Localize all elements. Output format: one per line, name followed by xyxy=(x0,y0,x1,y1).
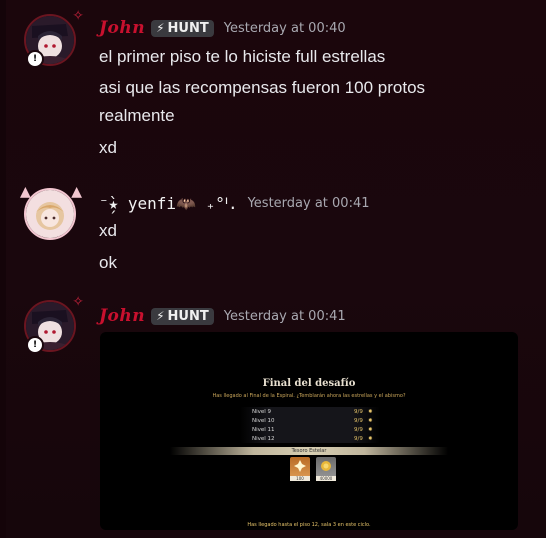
attachment-footer: Has llegado hasta el piso 12, sala 3 en … xyxy=(247,522,371,528)
primogem-icon xyxy=(294,460,306,472)
level-score: 9/9 xyxy=(354,435,363,442)
table-row: Nivel 11 9/9 ✸ xyxy=(240,425,380,434)
level-label: Nivel 9 xyxy=(252,408,272,415)
tag-label: HUNT xyxy=(167,308,209,324)
avatar[interactable]: ▲ ▲ xyxy=(20,184,82,244)
timestamp[interactable]: Yesterday at 00:41 xyxy=(248,196,370,211)
message-line: realmente xyxy=(99,106,175,125)
star-icon: ✸ xyxy=(368,417,373,424)
lightning-bolt-icon: ⚡ xyxy=(156,309,165,323)
author-name[interactable]: John xyxy=(99,18,145,38)
reward-item: 100 xyxy=(290,457,310,481)
reward-count: 100 xyxy=(290,476,310,481)
level-label: Nivel 11 xyxy=(252,426,275,433)
reward-count: 40000 xyxy=(316,476,336,481)
message-line: xd xyxy=(99,221,117,240)
left-edge xyxy=(0,0,6,538)
status-badge: ! xyxy=(26,336,44,354)
sparkle-icon: ✧ xyxy=(72,8,84,24)
message-line: xd xyxy=(99,138,117,157)
table-row: Nivel 12 9/9 ✸ xyxy=(240,434,380,443)
message-header: John ⚡ HUNT Yesterday at 00:40 xyxy=(99,16,346,40)
lightning-bolt-icon: ⚡ xyxy=(156,21,165,35)
attachment-title: Final del desafío xyxy=(262,378,356,389)
message-line: el primer piso te lo hiciste full estrel… xyxy=(99,47,386,66)
level-label: Nivel 10 xyxy=(252,417,275,424)
avatar-image xyxy=(24,188,76,240)
message-header: ⁻̗̀★ yenfi🦇 ₊°ᑊ. Yesterday at 00:41 xyxy=(99,191,370,215)
level-table: Nivel 9 9/9 ✸ Nivel 10 9/9 ✸ Nivel 11 9/… xyxy=(240,407,380,443)
sparkle-icon: ✧ xyxy=(72,294,84,310)
image-attachment[interactable]: Final del desafío Has llegado al Final d… xyxy=(100,332,518,530)
timestamp[interactable]: Yesterday at 00:41 xyxy=(224,309,346,324)
cat-ear-icon: ▲ xyxy=(20,184,31,200)
author-name[interactable]: John xyxy=(99,306,145,326)
table-row: Nivel 9 9/9 ✸ xyxy=(240,407,380,416)
tag-label: HUNT xyxy=(167,20,209,36)
server-tag[interactable]: ⚡ HUNT xyxy=(151,19,214,37)
cat-ear-icon: ▲ xyxy=(71,184,82,200)
avatar[interactable]: ✧ ! xyxy=(24,294,84,356)
level-score: 9/9 xyxy=(354,408,363,415)
level-score: 9/9 xyxy=(354,426,363,433)
chat-area: ✧ ! John ⚡ HUNT Yesterday at 00:40 el pr… xyxy=(0,0,546,538)
reward-banner: Tesoro Estelar xyxy=(170,447,448,455)
message-line: asi que las recompensas fueron 100 proto… xyxy=(99,78,426,97)
star-icon: ✸ xyxy=(368,426,373,433)
star-icon: ✸ xyxy=(368,435,373,442)
star-icon: ✸ xyxy=(368,408,373,415)
table-row: Nivel 10 9/9 ✸ xyxy=(240,416,380,425)
server-tag[interactable]: ⚡ HUNT xyxy=(151,307,214,325)
timestamp[interactable]: Yesterday at 00:40 xyxy=(224,21,346,36)
level-score: 9/9 xyxy=(354,417,363,424)
scrollbar[interactable] xyxy=(542,0,546,538)
message-header: John ⚡ HUNT Yesterday at 00:41 xyxy=(99,304,346,328)
avatar[interactable]: ✧ ! xyxy=(24,8,84,70)
status-badge: ! xyxy=(26,50,44,68)
mora-icon xyxy=(321,461,331,471)
attachment-subtitle: Has llegado al Final de la Espiral. ¿Tem… xyxy=(212,393,406,399)
author-name[interactable]: ⁻̗̀★ yenfi🦇 ₊°ᑊ. xyxy=(99,194,238,213)
message-line: ok xyxy=(99,253,117,272)
level-label: Nivel 12 xyxy=(252,435,275,442)
reward-item: 40000 xyxy=(316,457,336,481)
